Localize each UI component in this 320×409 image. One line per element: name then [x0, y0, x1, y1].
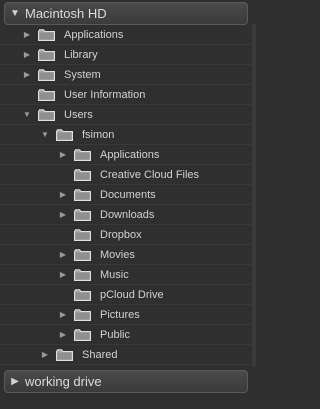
tree-row[interactable]: ▶ Applications: [0, 145, 252, 165]
triangle-right-icon[interactable]: ▶: [58, 270, 68, 280]
triangle-down-icon[interactable]: ▼: [40, 130, 50, 140]
tree-row[interactable]: pCloud Drive: [0, 285, 252, 305]
folder-label: Downloads: [100, 209, 155, 221]
folder-icon: [74, 189, 91, 201]
tree-row[interactable]: ▶ Pictures: [0, 305, 252, 325]
folder-label: pCloud Drive: [100, 289, 164, 301]
collapse-triangle-icon[interactable]: ▶: [5, 376, 25, 387]
folder-label: System: [64, 69, 101, 81]
folder-icon: [74, 329, 91, 341]
triangle-right-icon[interactable]: ▶: [58, 150, 68, 160]
folder-icon: [74, 169, 91, 181]
triangle-right-icon[interactable]: ▶: [58, 330, 68, 340]
folder-label: User Information: [64, 89, 146, 101]
folder-label: Shared: [82, 349, 118, 361]
triangle-right-icon[interactable]: ▶: [58, 310, 68, 320]
folder-icon: [74, 309, 91, 321]
triangle-right-icon[interactable]: ▶: [58, 210, 68, 220]
triangle-right-icon[interactable]: ▶: [22, 30, 32, 40]
triangle-down-icon[interactable]: ▼: [22, 110, 32, 120]
scrollbar[interactable]: [252, 24, 256, 366]
folder-label: Documents: [100, 189, 156, 201]
folder-label: Users: [64, 109, 93, 121]
tree-row[interactable]: ▶ Public: [0, 325, 252, 345]
volume-header-working-drive[interactable]: ▶ working drive: [4, 370, 248, 393]
tree-row[interactable]: ▶ Applications: [0, 25, 252, 45]
folder-label: Library: [64, 49, 98, 61]
tree-row[interactable]: ▶ Music: [0, 265, 252, 285]
folder-icon: [38, 29, 55, 41]
folder-icon: [56, 349, 73, 361]
folder-label: Applications: [64, 29, 124, 41]
folder-icon: [74, 289, 91, 301]
folder-tree: ▶ Applications ▶ Library ▶ System User Informa…: [0, 25, 252, 365]
folder-icon: [56, 129, 73, 141]
triangle-right-icon[interactable]: ▶: [58, 190, 68, 200]
volume-title: Macintosh HD: [25, 6, 107, 21]
folder-label: Music: [100, 269, 129, 281]
tree-row[interactable]: ▶ Documents: [0, 185, 252, 205]
folder-label: Applications: [100, 149, 160, 161]
volume-header-macintosh-hd[interactable]: ▼ Macintosh HD: [4, 2, 248, 25]
folder-label: Pictures: [100, 309, 140, 321]
folder-label: Movies: [100, 249, 135, 261]
folder-icon: [74, 269, 91, 281]
folder-label: Dropbox: [100, 229, 142, 241]
tree-row[interactable]: ▶ Library: [0, 45, 252, 65]
folder-label: Public: [100, 329, 130, 341]
folder-label: Creative Cloud Files: [100, 169, 200, 181]
folder-icon: [38, 69, 55, 81]
volume-title: working drive: [25, 374, 102, 389]
folder-icon: [74, 209, 91, 221]
triangle-right-icon[interactable]: ▶: [40, 350, 50, 360]
tree-row[interactable]: ▶ Downloads: [0, 205, 252, 225]
folder-icon: [74, 229, 91, 241]
tree-row[interactable]: Dropbox: [0, 225, 252, 245]
tree-row[interactable]: ▶ Movies: [0, 245, 252, 265]
folder-icon: [38, 49, 55, 61]
expand-triangle-icon[interactable]: ▼: [5, 8, 25, 19]
tree-row[interactable]: ▼ Users: [0, 105, 252, 125]
folder-icon: [74, 149, 91, 161]
folder-icon: [38, 109, 55, 121]
triangle-right-icon[interactable]: ▶: [58, 250, 68, 260]
folder-icon: [38, 89, 55, 101]
tree-row[interactable]: ▼ fsimon: [0, 125, 252, 145]
tree-row[interactable]: Creative Cloud Files: [0, 165, 252, 185]
tree-row[interactable]: ▶ System: [0, 65, 252, 85]
tree-row[interactable]: User Information: [0, 85, 252, 105]
folder-label: fsimon: [82, 129, 115, 141]
triangle-right-icon[interactable]: ▶: [22, 70, 32, 80]
tree-row[interactable]: ▶ Shared: [0, 345, 252, 365]
triangle-right-icon[interactable]: ▶: [22, 50, 32, 60]
folder-icon: [74, 249, 91, 261]
